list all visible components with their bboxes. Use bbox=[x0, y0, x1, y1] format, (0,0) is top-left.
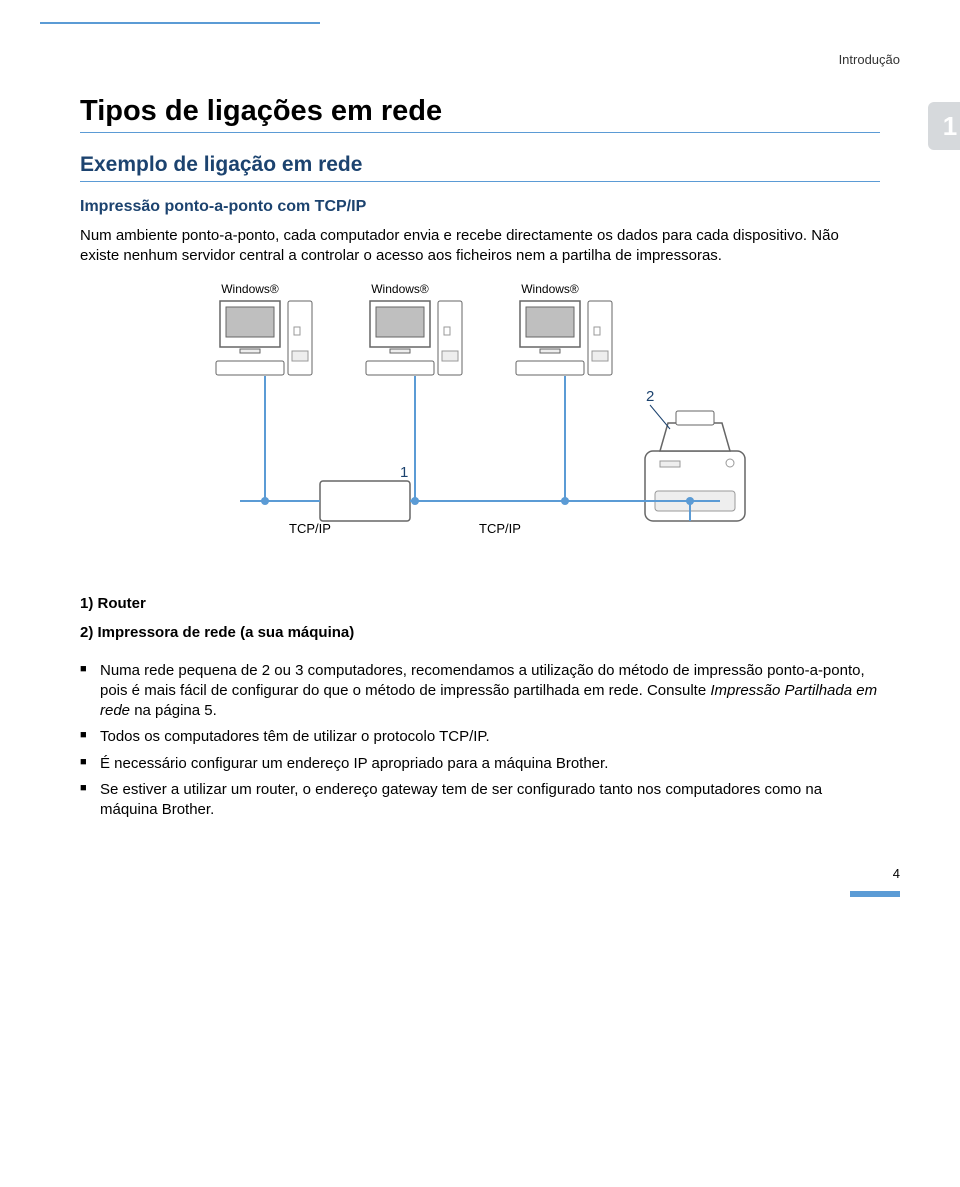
bullet-item: Todos os computadores têm de utilizar o … bbox=[80, 727, 880, 747]
intro-paragraph: Num ambiente ponto-a-ponto, cada computa… bbox=[80, 226, 880, 267]
network-diagram: Windows® Windows® Windows® bbox=[200, 281, 760, 581]
bullet-item: Se estiver a utilizar um router, o ender… bbox=[80, 780, 880, 821]
tower-drive-icon bbox=[292, 351, 308, 361]
pc-label-3: Windows® bbox=[521, 282, 579, 296]
tcpip-label-left: TCP/IP bbox=[289, 521, 331, 536]
printer-icon bbox=[645, 411, 745, 521]
tower-button-icon bbox=[294, 327, 300, 335]
router-number: 1 bbox=[400, 464, 408, 481]
legend-item-router: 1) Router bbox=[80, 595, 880, 612]
router-icon bbox=[320, 481, 410, 521]
printer-number: 2 bbox=[646, 388, 654, 405]
network-node bbox=[261, 497, 269, 505]
pc-label-1: Windows® bbox=[221, 282, 279, 296]
subtitle-underline bbox=[80, 181, 880, 182]
bullet-item: É necessário configurar um endereço IP a… bbox=[80, 754, 880, 774]
network-node bbox=[411, 497, 419, 505]
page-number: 4 bbox=[0, 826, 960, 891]
bullet-item: Numa rede pequena de 2 ou 3 computadores… bbox=[80, 661, 880, 722]
breadcrumb: Introdução bbox=[0, 24, 960, 67]
printer-leader-line bbox=[650, 405, 670, 429]
section-subtitle: Exemplo de ligação em rede bbox=[80, 153, 880, 177]
pc-label-2: Windows® bbox=[371, 282, 429, 296]
page-title: Tipos de ligações em rede bbox=[80, 95, 880, 128]
chapter-badge: 1 bbox=[928, 102, 960, 150]
network-node bbox=[686, 497, 694, 505]
monitor-stand-icon bbox=[240, 349, 260, 353]
legend-item-printer: 2) Impressora de rede (a sua máquina) bbox=[80, 624, 880, 641]
tcpip-label-right: TCP/IP bbox=[479, 521, 521, 536]
screen-icon bbox=[226, 307, 274, 337]
keyboard-icon bbox=[216, 361, 284, 375]
page-accent-bar bbox=[850, 891, 900, 897]
network-node bbox=[561, 497, 569, 505]
title-underline bbox=[80, 132, 880, 133]
tower-icon bbox=[288, 301, 312, 375]
section-heading: Impressão ponto-a-ponto com TCP/IP bbox=[80, 198, 880, 216]
bullet-tail: na página 5. bbox=[130, 702, 217, 719]
